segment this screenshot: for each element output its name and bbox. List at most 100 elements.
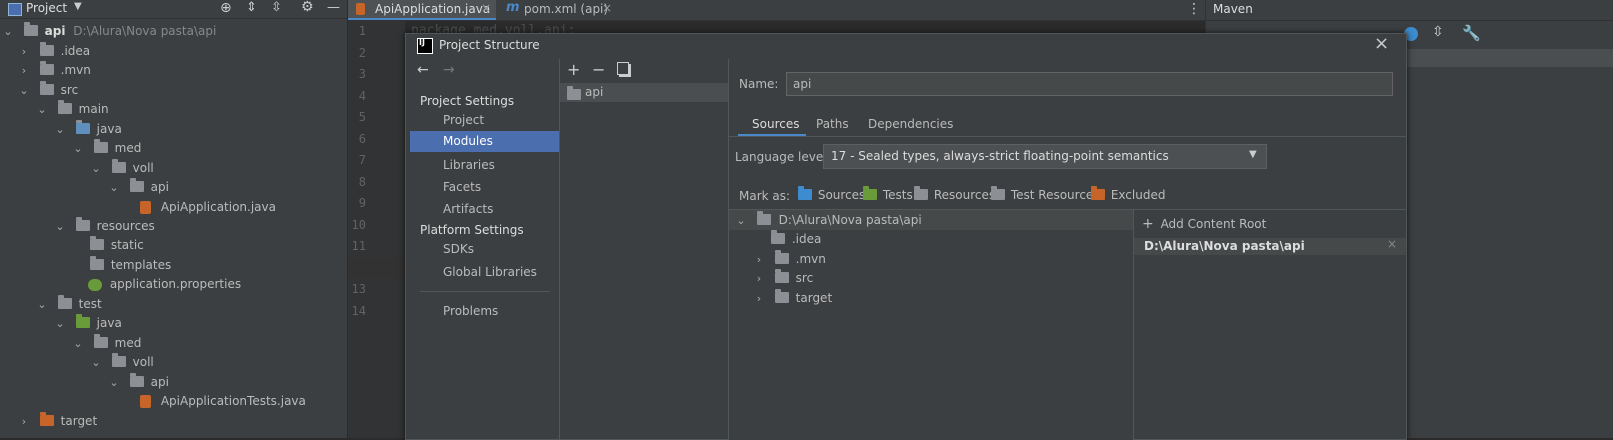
tree-row[interactable]: ⌄ api — [108, 372, 169, 392]
content-tree-row[interactable]: › .mvn — [753, 249, 826, 269]
nav-item-libraries[interactable]: Libraries — [443, 158, 495, 172]
tree-label: resources — [96, 219, 155, 233]
chevron-down-icon[interactable]: ⌄ — [2, 22, 14, 42]
chevron-down-icon[interactable]: ⌄ — [54, 217, 66, 237]
project-panel-title[interactable]: Project — [26, 1, 67, 15]
chevron-right-icon[interactable]: › — [753, 269, 765, 289]
tab-api-application[interactable]: ApiApplication.java × — [348, 0, 496, 20]
chevron-right-icon[interactable]: › — [18, 61, 30, 81]
name-field[interactable]: api — [786, 72, 1393, 96]
locate-icon[interactable]: ⊕ — [220, 0, 232, 16]
nav-item-artifacts[interactable]: Artifacts — [443, 202, 493, 216]
tree-row[interactable]: ⌄ api — [108, 177, 169, 197]
project-panel-header: Project ▼ ⊕ ⇕ ⇳ ⚙ — — [0, 0, 347, 19]
nav-item-project[interactable]: Project — [443, 113, 484, 127]
back-arrow-icon[interactable]: ← — [417, 62, 429, 78]
chevron-down-icon[interactable]: ⌄ — [36, 100, 48, 120]
chevron-down-icon[interactable]: ▼ — [74, 1, 82, 12]
content-tree-row[interactable]: › src — [753, 268, 813, 288]
tree-row[interactable]: ⌄ med — [72, 333, 141, 353]
chevron-down-icon[interactable]: ⌄ — [735, 211, 747, 231]
tree-row[interactable]: ⌄ api D:\Alura\Nova pasta\api — [0, 21, 347, 41]
mark-as-resources[interactable]: Resources — [914, 186, 995, 202]
tree-row[interactable]: ⌄ main — [36, 99, 109, 119]
tree-row[interactable]: ⌄ resources — [54, 216, 155, 236]
chevron-down-icon[interactable]: ⌄ — [108, 373, 120, 393]
language-level-select[interactable]: 17 - Sealed types, always-strict floatin… — [823, 144, 1267, 169]
java-class-icon — [140, 395, 151, 408]
tree-row[interactable]: templates — [90, 255, 171, 275]
chevron-down-icon[interactable]: ⌄ — [18, 81, 30, 101]
chevron-down-icon[interactable]: ⌄ — [54, 314, 66, 334]
module-list-item[interactable]: api — [560, 83, 728, 102]
test-resources-folder-icon — [991, 186, 1005, 200]
expand-all-icon[interactable]: ⇕ — [246, 0, 257, 15]
tab-dependencies[interactable]: Dependencies — [868, 117, 953, 131]
remove-icon[interactable]: − — [592, 60, 605, 79]
chevron-down-icon[interactable]: ⌄ — [36, 295, 48, 315]
add-icon[interactable]: + — [567, 60, 580, 79]
tree-row[interactable]: ApiApplicationTests.java — [140, 391, 306, 411]
tree-row[interactable]: ApiApplication.java — [140, 197, 276, 217]
collapse-all-icon[interactable]: ⇳ — [1432, 24, 1444, 40]
tab-paths[interactable]: Paths — [816, 117, 849, 131]
nav-item-sdks[interactable]: SDKs — [443, 242, 474, 256]
tree-row[interactable]: › .mvn — [18, 60, 91, 80]
chevron-right-icon[interactable]: › — [18, 42, 30, 62]
chevron-down-icon[interactable]: ⌄ — [54, 120, 66, 140]
content-root-item[interactable]: D:\Alura\Nova pasta\api × — [1134, 237, 1406, 255]
content-tree-row[interactable]: .idea — [771, 229, 821, 249]
chevron-down-icon[interactable]: ⌄ — [72, 334, 84, 354]
nav-item-facets[interactable]: Facets — [443, 180, 481, 194]
mark-as-tests[interactable]: Tests — [863, 186, 913, 202]
module-name: api — [585, 85, 604, 99]
tree-row[interactable]: › target — [18, 411, 97, 431]
wrench-icon[interactable]: 🔧 — [1462, 24, 1481, 42]
close-icon[interactable]: × — [1387, 237, 1397, 251]
nav-item-global-libraries[interactable]: Global Libraries — [443, 265, 537, 279]
line-number: 3 — [358, 67, 366, 81]
mark-as-sources[interactable]: Sources — [798, 186, 865, 202]
tree-row[interactable]: ⌄ java — [54, 119, 122, 139]
chevron-down-icon[interactable]: ⌄ — [108, 178, 120, 198]
close-icon[interactable]: × — [602, 1, 612, 15]
content-tree-row[interactable]: › target — [753, 288, 832, 308]
tree-row[interactable]: static — [90, 235, 144, 255]
mark-as-excluded[interactable]: Excluded — [1091, 186, 1165, 202]
content-tree-row[interactable]: ⌄ D:\Alura\Nova pasta\api — [729, 210, 1133, 230]
tree-row[interactable]: ⌄ java — [54, 313, 122, 333]
collapse-all-icon[interactable]: ⇳ — [271, 0, 282, 15]
chevron-down-icon[interactable]: ⌄ — [90, 159, 102, 179]
tree-row[interactable]: › .idea — [18, 41, 90, 61]
close-icon[interactable]: × — [1374, 33, 1389, 54]
tab-pom-xml[interactable]: m pom.xml (api) × — [500, 0, 630, 20]
module-folder-icon — [23, 22, 38, 36]
mark-as-test-resources[interactable]: Test Resources — [991, 186, 1100, 202]
forward-arrow-icon[interactable]: → — [443, 62, 455, 78]
copy-icon[interactable] — [617, 62, 629, 75]
tree-row[interactable]: ⌄ voll — [90, 352, 154, 372]
folder-icon — [57, 295, 72, 309]
chevron-right-icon[interactable]: › — [18, 412, 30, 432]
gear-icon[interactable]: ⚙ — [301, 0, 314, 15]
tree-label: voll — [132, 355, 154, 369]
folder-icon — [774, 269, 789, 283]
tree-row[interactable]: ⌄ voll — [90, 158, 154, 178]
tree-row[interactable]: ⌄ test — [36, 294, 102, 314]
close-icon[interactable]: × — [481, 1, 491, 15]
tab-sources[interactable]: Sources — [738, 113, 806, 137]
chevron-right-icon[interactable]: › — [753, 250, 765, 270]
chevron-down-icon[interactable]: ⌄ — [90, 353, 102, 373]
minimize-icon[interactable]: — — [327, 0, 340, 15]
tree-row[interactable]: ⌄ med — [72, 138, 141, 158]
mark-label: Test Resources — [1010, 188, 1100, 202]
nav-item-modules[interactable]: Modules — [410, 131, 559, 152]
test-folder-icon — [75, 314, 90, 328]
chevron-right-icon[interactable]: › — [753, 289, 765, 309]
more-tabs-icon[interactable]: ⋮ — [1187, 1, 1201, 17]
nav-item-problems[interactable]: Problems — [443, 304, 498, 318]
add-content-root-button[interactable]: + Add Content Root — [1142, 216, 1266, 232]
chevron-down-icon[interactable]: ⌄ — [72, 139, 84, 159]
tree-row[interactable]: ⌄ src — [18, 80, 78, 100]
tree-row[interactable]: application.properties — [88, 274, 241, 294]
